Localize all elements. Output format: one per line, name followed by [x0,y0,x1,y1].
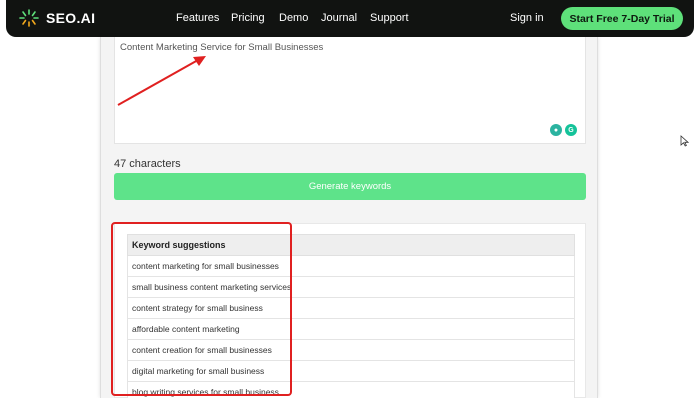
keyword-cell: content strategy for small business [127,297,575,319]
table-header-row: Keyword suggestions [127,234,575,256]
topic-textarea-value: Content Marketing Service for Small Busi… [120,42,324,53]
table-row: blog writing services for small business [127,381,575,398]
table-row: affordable content marketing [127,318,575,340]
keyword-cell: digital marketing for small business [127,360,575,382]
nav-link-journal[interactable]: Journal [321,12,357,24]
table-row: small business content marketing service… [127,276,575,298]
signin-link[interactable]: Sign in [510,12,544,24]
keyword-cell: small business content marketing service… [127,276,575,298]
nav-link-demo[interactable]: Demo [279,12,308,24]
nav-link-features[interactable]: Features [176,12,219,24]
keyword-cell: affordable content marketing [127,318,575,340]
sunburst-logo-icon [19,9,39,27]
table-row: digital marketing for small business [127,360,575,382]
tool-column: Content Marketing Service for Small Busi… [100,37,598,398]
start-trial-button[interactable]: Start Free 7-Day Trial [561,7,683,30]
logo-text: SEO.AI [46,10,96,26]
mouse-cursor-icon [680,135,689,147]
table-row: content creation for small businesses [127,339,575,361]
grammarly-icon[interactable]: G [565,124,577,136]
topic-textarea[interactable]: Content Marketing Service for Small Busi… [114,37,586,144]
generate-keywords-button[interactable]: Generate keywords [114,173,586,200]
nav-link-pricing[interactable]: Pricing [231,12,265,24]
table-row: content strategy for small business [127,297,575,319]
keyword-table: Keyword suggestions content marketing fo… [127,234,575,398]
top-nav: SEO.AI Features Pricing Demo Journal Sup… [6,0,694,37]
lightbulb-icon[interactable]: ● [550,124,562,136]
keyword-cell: blog writing services for small business [127,381,575,398]
keyword-suggestions-header: Keyword suggestions [127,234,575,256]
keyword-cell: content creation for small businesses [127,339,575,361]
textarea-extension-icons: ● G [550,124,577,136]
character-count: 47 characters [114,158,181,170]
keyword-cell: content marketing for small businesses [127,255,575,277]
nav-link-support[interactable]: Support [370,12,409,24]
keyword-results-card: Keyword suggestions content marketing fo… [114,223,586,398]
page: SEO.AI Features Pricing Demo Journal Sup… [0,0,700,398]
logo[interactable]: SEO.AI [18,8,95,28]
table-row: content marketing for small businesses [127,255,575,277]
